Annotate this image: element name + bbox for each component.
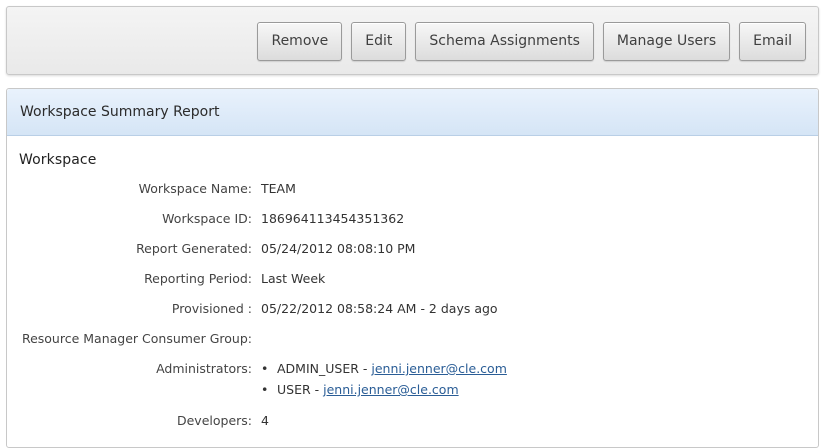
report-generated-row: Report Generated: 05/24/2012 08:08:10 PM <box>7 241 818 261</box>
button-bar: Remove Edit Schema Assignments Manage Us… <box>6 6 819 75</box>
bullet-icon: • <box>261 382 269 397</box>
button-group: Remove Edit Schema Assignments Manage Us… <box>257 22 806 61</box>
provisioned-row: Provisioned : 05/22/2012 08:58:24 AM - 2… <box>7 301 818 321</box>
consumer-group-row: Resource Manager Consumer Group: <box>7 331 818 351</box>
remove-button[interactable]: Remove <box>257 22 343 61</box>
workspace-name-value: TEAM <box>261 181 296 196</box>
administrators-list: • ADMIN_USER - jenni.jenner@cle.com • USER… <box>261 361 507 403</box>
reporting-period-label: Reporting Period: <box>144 271 252 286</box>
administrators-label: Administrators: <box>156 361 252 376</box>
developers-label: Developers: <box>176 413 252 428</box>
region-title: Workspace Summary Report <box>20 104 220 120</box>
bullet-icon: • <box>261 361 269 376</box>
email-link[interactable]: jenni.jenner@cle.com <box>371 361 507 376</box>
reporting-period-value: Last Week <box>261 271 326 286</box>
report-generated-value: 05/24/2012 08:08:10 PM <box>261 241 416 256</box>
region-header: Workspace Summary Report <box>7 89 818 136</box>
admin-name: USER - <box>277 382 324 397</box>
admin-name: ADMIN_USER - <box>277 361 372 376</box>
workspace-id-label: Workspace ID: <box>162 211 252 226</box>
email-link[interactable]: jenni.jenner@cle.com <box>323 382 459 397</box>
email-button[interactable]: Email <box>739 22 806 61</box>
provisioned-label: Provisioned : <box>171 301 252 316</box>
consumer-group-label: Resource Manager Consumer Group: <box>21 331 252 346</box>
workspace-name-label: Workspace Name: <box>138 181 252 196</box>
edit-button[interactable]: Edit <box>351 22 407 61</box>
workspace-name-row: Workspace Name: TEAM <box>7 181 818 201</box>
workspace-id-row: Workspace ID: 186964113454351362 <box>7 211 818 231</box>
workspace-id-value: 186964113454351362 <box>261 211 405 226</box>
list-item: • USER - jenni.jenner@cle.com <box>261 382 507 403</box>
list-item: • ADMIN_USER - jenni.jenner@cle.com <box>261 361 507 382</box>
provisioned-value: 05/22/2012 08:58:24 AM - 2 days ago <box>261 301 498 316</box>
developers-value: 4 <box>261 413 269 428</box>
section-title: Workspace <box>19 152 97 168</box>
manage-users-button[interactable]: Manage Users <box>602 22 731 61</box>
reporting-period-row: Reporting Period: Last Week <box>7 271 818 291</box>
administrators-row: Administrators: • ADMIN_USER - jenni.jenn… <box>7 361 818 405</box>
schema-assignments-button[interactable]: Schema Assignments <box>415 22 594 61</box>
report-generated-label: Report Generated: <box>136 241 252 256</box>
workspace-summary-region: Workspace Summary Report Workspace Works… <box>6 88 819 448</box>
developers-row: Developers: 4 <box>7 413 818 433</box>
